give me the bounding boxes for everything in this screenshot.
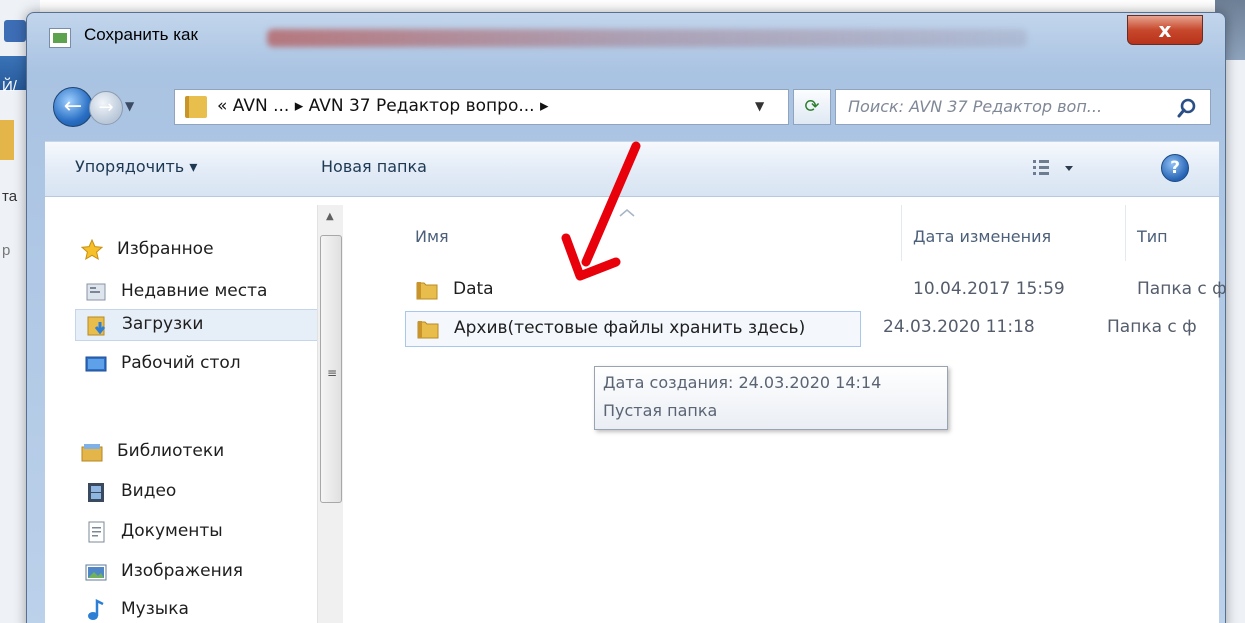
title-bar[interactable]: Сохранить как x <box>27 13 1227 71</box>
nav-group-label: Избранное <box>117 239 214 259</box>
view-list-icon <box>1033 160 1049 175</box>
close-button[interactable]: x <box>1127 15 1203 45</box>
new-folder-button[interactable]: Новая папка <box>321 157 427 176</box>
nav-group-label: Библиотеки <box>117 441 225 461</box>
sidebar-item-label: Изображения <box>121 561 244 581</box>
file-name: Data <box>453 279 494 299</box>
sidebar-item-downloads[interactable]: Загрузки <box>75 309 323 341</box>
tooltip-empty-folder: Пустая папка <box>603 401 718 420</box>
refresh-button[interactable]: ⟳ <box>793 89 831 125</box>
column-divider[interactable] <box>1125 205 1126 261</box>
sidebar-item-label: Рабочий стол <box>121 353 241 373</box>
app-icon <box>4 20 26 42</box>
folder-icon <box>185 96 207 118</box>
forward-button[interactable]: → <box>89 91 123 125</box>
file-row-data[interactable]: Data 10.04.2017 15:59 Папка с ф <box>405 273 1227 309</box>
save-as-dialog: Сохранить как x ← → ▼ « AVN ... ▸ AVN 37… <box>26 12 1227 623</box>
star-icon <box>81 239 103 261</box>
folder-tooltip: Дата создания: 24.03.2020 14:14 Пустая п… <box>594 366 948 430</box>
search-placeholder: Поиск: AVN 37 Редактор воп... <box>848 97 1103 116</box>
column-header-name[interactable]: Имя <box>415 227 449 246</box>
file-name: Архив(тестовые файлы хранить здесь) <box>454 318 806 338</box>
video-icon <box>88 483 104 502</box>
column-header-type[interactable]: Тип <box>1137 227 1168 246</box>
file-date: 10.04.2017 15:59 <box>913 279 1065 299</box>
organize-button[interactable]: Упорядочить ▾ <box>75 157 197 176</box>
desktop-icon <box>85 356 107 372</box>
scroll-up-arrow[interactable]: ▲ <box>326 211 334 222</box>
music-icon <box>88 599 104 620</box>
chevron-down-icon[interactable]: ▼ <box>755 99 764 113</box>
navigation-bar: ← → ▼ « AVN ... ▸ AVN 37 Редактор вопро.… <box>27 81 1227 133</box>
column-header-date[interactable]: Дата изменения <box>913 227 1051 246</box>
pictures-icon <box>85 564 107 581</box>
annotation-arrow-icon <box>561 141 641 281</box>
sidebar-item-label: Недавние места <box>121 281 268 301</box>
sidebar-item-label: Документы <box>121 521 223 541</box>
help-button[interactable]: ? <box>1161 154 1189 182</box>
address-bar[interactable]: « AVN ... ▸ AVN 37 Редактор вопро... ▸ ▼ <box>174 89 789 125</box>
folder-icon <box>416 282 438 300</box>
window-title: Сохранить как <box>84 25 198 44</box>
file-type: Папка с ф <box>1137 279 1227 299</box>
chevron-down-icon[interactable]: ▼ <box>125 99 134 113</box>
arrow-left-icon: ← <box>63 94 83 119</box>
navigation-scrollbar[interactable]: ▲ ≡ <box>317 205 343 623</box>
documents-icon <box>88 521 105 543</box>
downloads-icon <box>87 316 106 336</box>
save-as-icon <box>49 28 71 48</box>
search-input[interactable]: Поиск: AVN 37 Редактор воп... <box>835 89 1211 125</box>
folder-icon <box>417 321 439 339</box>
tooltip-created-date: Дата создания: 24.03.2020 14:14 <box>603 373 882 392</box>
scroll-thumb[interactable]: ≡ <box>320 235 342 503</box>
blurred-title-region <box>267 29 1027 47</box>
back-button[interactable]: ← <box>53 87 93 127</box>
file-date: 24.03.2020 11:18 <box>883 317 1035 337</box>
libraries-icon <box>81 444 103 462</box>
background-folder-icon <box>0 120 14 160</box>
sidebar-item-label: Музыка <box>121 599 189 619</box>
sidebar-item-label: Загрузки <box>122 314 204 334</box>
file-row-archive[interactable]: Архив(тестовые файлы хранить здесь) <box>405 311 861 347</box>
view-options-button[interactable] <box>1031 156 1081 182</box>
file-type: Папка с ф <box>1107 317 1197 337</box>
arrow-right-icon: → <box>98 97 114 118</box>
file-row-archive-details[interactable]: 24.03.2020 11:18 Папка с ф <box>861 311 1219 347</box>
grip-icon: ≡ <box>327 366 338 380</box>
navigation-pane: Избранное Недавние места Загрузки Рабочи… <box>45 197 363 623</box>
sidebar-item-label: Видео <box>121 481 177 501</box>
breadcrumb[interactable]: « AVN ... ▸ AVN 37 Редактор вопро... ▸ <box>217 96 549 116</box>
refresh-icon: ⟳ <box>804 96 820 117</box>
search-icon[interactable] <box>1176 97 1198 119</box>
column-divider[interactable] <box>901 205 902 261</box>
recent-places-icon <box>86 283 106 301</box>
